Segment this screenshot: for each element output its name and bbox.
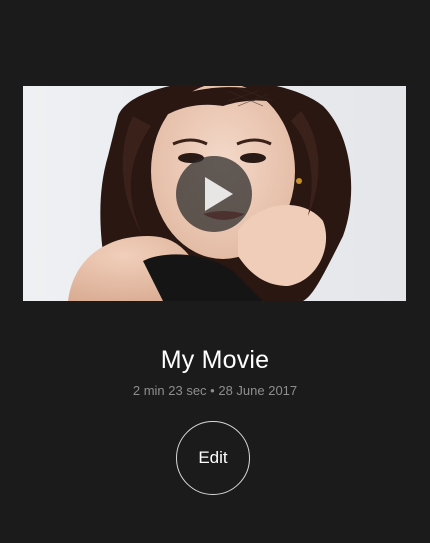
edit-button-label: Edit <box>198 448 228 467</box>
edit-button[interactable]: Edit <box>176 421 250 495</box>
movie-detail-screen: My Movie 2 min 23 sec • 28 June 2017 Edi… <box>0 0 430 543</box>
play-button[interactable] <box>176 156 252 232</box>
movie-metadata: 2 min 23 sec • 28 June 2017 <box>132 383 298 398</box>
video-thumbnail[interactable] <box>23 86 406 301</box>
play-icon <box>205 177 233 211</box>
movie-title: My Movie <box>160 346 270 374</box>
